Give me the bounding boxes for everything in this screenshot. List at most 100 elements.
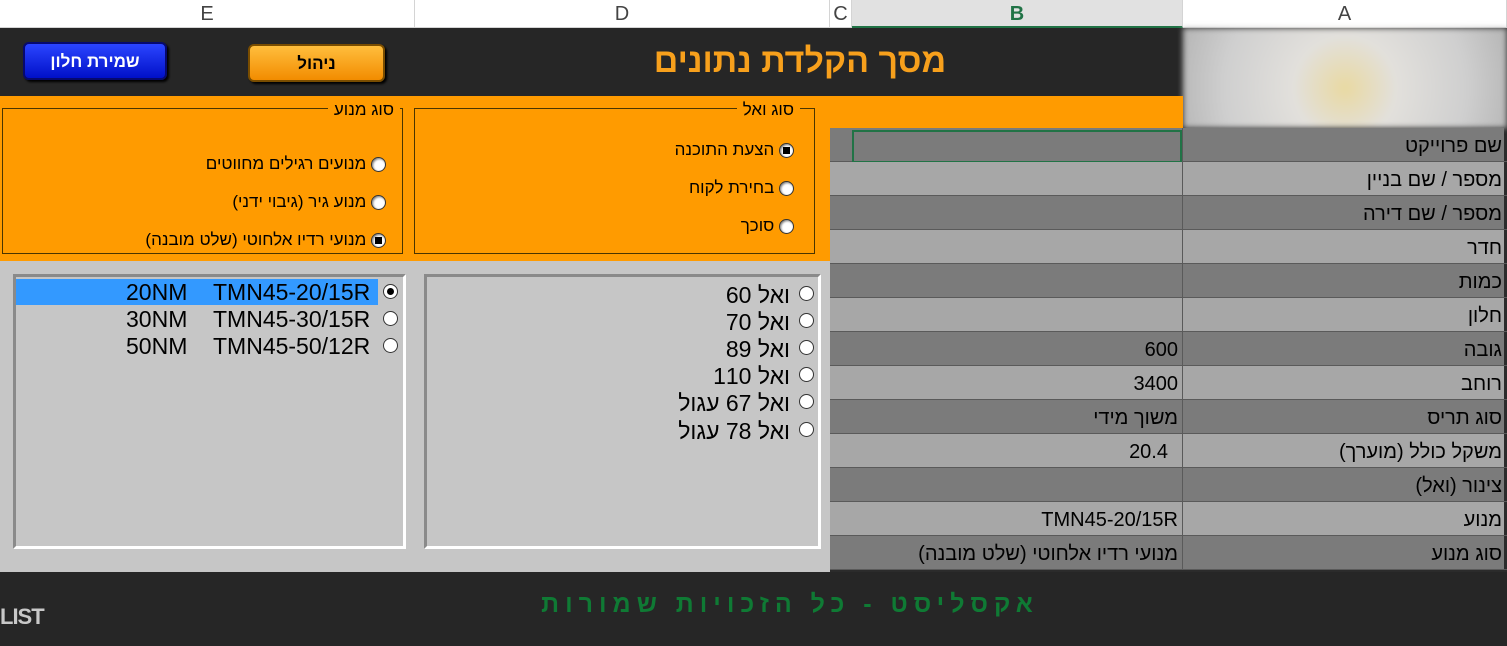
motor-type-option-label: מנועי רדיו אלחוטי (שלט מובנה) (145, 230, 367, 249)
table-label: סוג תריס (1183, 400, 1504, 433)
save-window-button[interactable]: שמירת חלון (23, 42, 167, 80)
table-row: TMN45-20/15R מנוע (830, 502, 1507, 536)
radio-icon[interactable] (799, 286, 814, 301)
table-row: 20.4 משקל כולל (מוערך) (830, 434, 1507, 468)
wall-type-option[interactable]: בחירת לקוח (689, 177, 794, 199)
motor-listbox[interactable]: 20NM TMN45-20/15R 30NM TMN45-30/15R 50NM… (13, 274, 406, 549)
manage-button[interactable]: ניהול (248, 44, 385, 82)
table-label: רוחב (1183, 366, 1504, 399)
table-value[interactable] (830, 162, 1183, 195)
wall-type-option-label: בחירת לקוח (688, 178, 775, 197)
table-row: שם פרוייקט (830, 128, 1507, 163)
motor-model: TMN45-20/15R (213, 279, 371, 305)
table-value[interactable]: משוך מידי (830, 400, 1183, 433)
table-value[interactable]: 3400 (830, 366, 1183, 399)
table-value[interactable] (830, 298, 1183, 331)
active-cell-project-name[interactable] (852, 130, 1182, 163)
wall-list-item[interactable]: ואל 60 (726, 282, 790, 308)
wall-type-group: סוג ואל הצעת התוכנה בחירת לקוח סוכך (414, 100, 815, 254)
column-header-a[interactable]: A (1183, 0, 1507, 28)
table-row: משוך מידי סוג תריס (830, 400, 1507, 434)
title-band (0, 28, 1183, 96)
radio-icon[interactable] (371, 195, 386, 211)
table-label: חלון (1183, 298, 1504, 331)
table-value[interactable] (830, 230, 1183, 263)
wall-list-item[interactable]: ואל 67 עגול (678, 390, 790, 416)
table-label: מנוע (1183, 502, 1504, 535)
motor-list-item[interactable]: 30NM TMN45-30/15R (16, 306, 378, 332)
table-row: חדר (830, 230, 1507, 264)
table-row: מספר / שם בניין (830, 162, 1507, 196)
company-logo (1183, 28, 1507, 128)
footer-logo: LIST (0, 604, 45, 629)
table-label: מספר / שם דירה (1183, 196, 1504, 229)
radio-icon[interactable] (799, 367, 814, 382)
column-header-b[interactable]: B (852, 0, 1183, 28)
table-value[interactable]: 20.4 (830, 434, 1183, 467)
table-row: חלון (830, 298, 1507, 332)
radio-icon[interactable] (371, 157, 386, 173)
wall-list-item[interactable]: ואל 78 עגול (678, 418, 790, 444)
table-label: צינור (ואל) (1183, 468, 1504, 501)
column-header-e[interactable]: E (0, 0, 415, 28)
column-header-d[interactable]: D (415, 0, 830, 28)
motor-type-option-label: מנועים רגילים מחווטים (205, 154, 367, 173)
table-row: כמות (830, 264, 1507, 298)
motor-torque: 50NM (126, 333, 188, 359)
motor-type-legend: סוג מנוע (327, 100, 400, 120)
motor-type-option[interactable]: מנועים רגילים מחווטים (206, 153, 386, 175)
table-label: שם פרוייקט (1183, 128, 1504, 161)
wall-list-item[interactable]: ואל 110 (713, 363, 790, 389)
copyright-text: אקסליסט - כל הזכויות שמורות (541, 590, 1039, 618)
table-label: סוג מנוע (1183, 536, 1504, 569)
table-value[interactable]: 600 (830, 332, 1183, 365)
table-row: 600 גובה (830, 332, 1507, 366)
radio-icon[interactable] (383, 311, 398, 326)
radio-icon[interactable] (799, 340, 814, 355)
spreadsheet-window: E D C B A מסך הקלדת נתונים שמירת חלון ני… (0, 0, 1507, 646)
wall-type-option[interactable]: סוכך (741, 215, 794, 237)
table-row: מנועי רדיו אלחוטי (שלט מובנה) סוג מנוע (830, 536, 1507, 570)
motor-model: TMN45-50/12R (213, 333, 371, 359)
wall-listbox[interactable]: ואל 60 ואל 70 ואל 89 ואל 110 ואל 67 עגול… (424, 274, 821, 549)
table-row: צינור (ואל) (830, 468, 1507, 502)
wall-list-item[interactable]: ואל 70 (726, 309, 790, 335)
radio-icon[interactable] (799, 422, 814, 437)
table-label: מספר / שם בניין (1183, 162, 1504, 195)
radio-icon[interactable] (779, 181, 794, 197)
motor-list-item[interactable]: 20NM TMN45-20/15R (16, 279, 378, 305)
table-value[interactable] (830, 196, 1183, 229)
table-row: מספר / שם דירה (830, 196, 1507, 230)
motor-type-option[interactable]: מנועי רדיו אלחוטי (שלט מובנה) (145, 229, 386, 251)
motor-model: TMN45-30/15R (213, 306, 371, 332)
radio-checked-icon[interactable] (383, 284, 398, 299)
wall-type-option-label: הצעת התוכנה (674, 140, 775, 159)
table-label: גובה (1183, 332, 1504, 365)
column-header-c[interactable]: C (830, 0, 852, 28)
motor-torque: 30NM (126, 306, 188, 332)
table-value[interactable]: מנועי רדיו אלחוטי (שלט מובנה) (830, 536, 1183, 569)
motor-torque: 20NM (126, 279, 188, 305)
table-value[interactable] (830, 468, 1183, 501)
table-label: משקל כולל (מוערך) (1183, 434, 1504, 467)
wall-type-option[interactable]: הצעת התוכנה (675, 139, 794, 161)
table-value[interactable]: TMN45-20/15R (830, 502, 1183, 535)
wall-type-option-label: סוכך (740, 216, 775, 235)
table-value[interactable] (830, 264, 1183, 297)
table-label: חדר (1183, 230, 1504, 263)
selection-area: 20NM TMN45-20/15R 30NM TMN45-30/15R 50NM… (0, 261, 830, 572)
page-title: מסך הקלדת נתונים (653, 42, 947, 80)
radio-icon[interactable] (799, 394, 814, 409)
radio-checked-icon[interactable] (371, 233, 386, 249)
radio-icon[interactable] (383, 338, 398, 353)
motor-type-option[interactable]: מנוע גיר (גיבוי ידני) (232, 191, 386, 213)
table-row: 3400 רוחב (830, 366, 1507, 400)
radio-checked-icon[interactable] (779, 143, 794, 159)
motor-type-group: סוג מנוע מנועים רגילים מחווטים מנוע גיר … (2, 100, 403, 254)
radio-icon[interactable] (779, 219, 794, 235)
wall-type-legend: סוג ואל (736, 100, 800, 120)
motor-type-option-label: מנוע גיר (גיבוי ידני) (232, 192, 367, 211)
radio-icon[interactable] (799, 313, 814, 328)
wall-list-item[interactable]: ואל 89 (726, 336, 790, 362)
motor-list-item[interactable]: 50NM TMN45-50/12R (16, 333, 378, 359)
